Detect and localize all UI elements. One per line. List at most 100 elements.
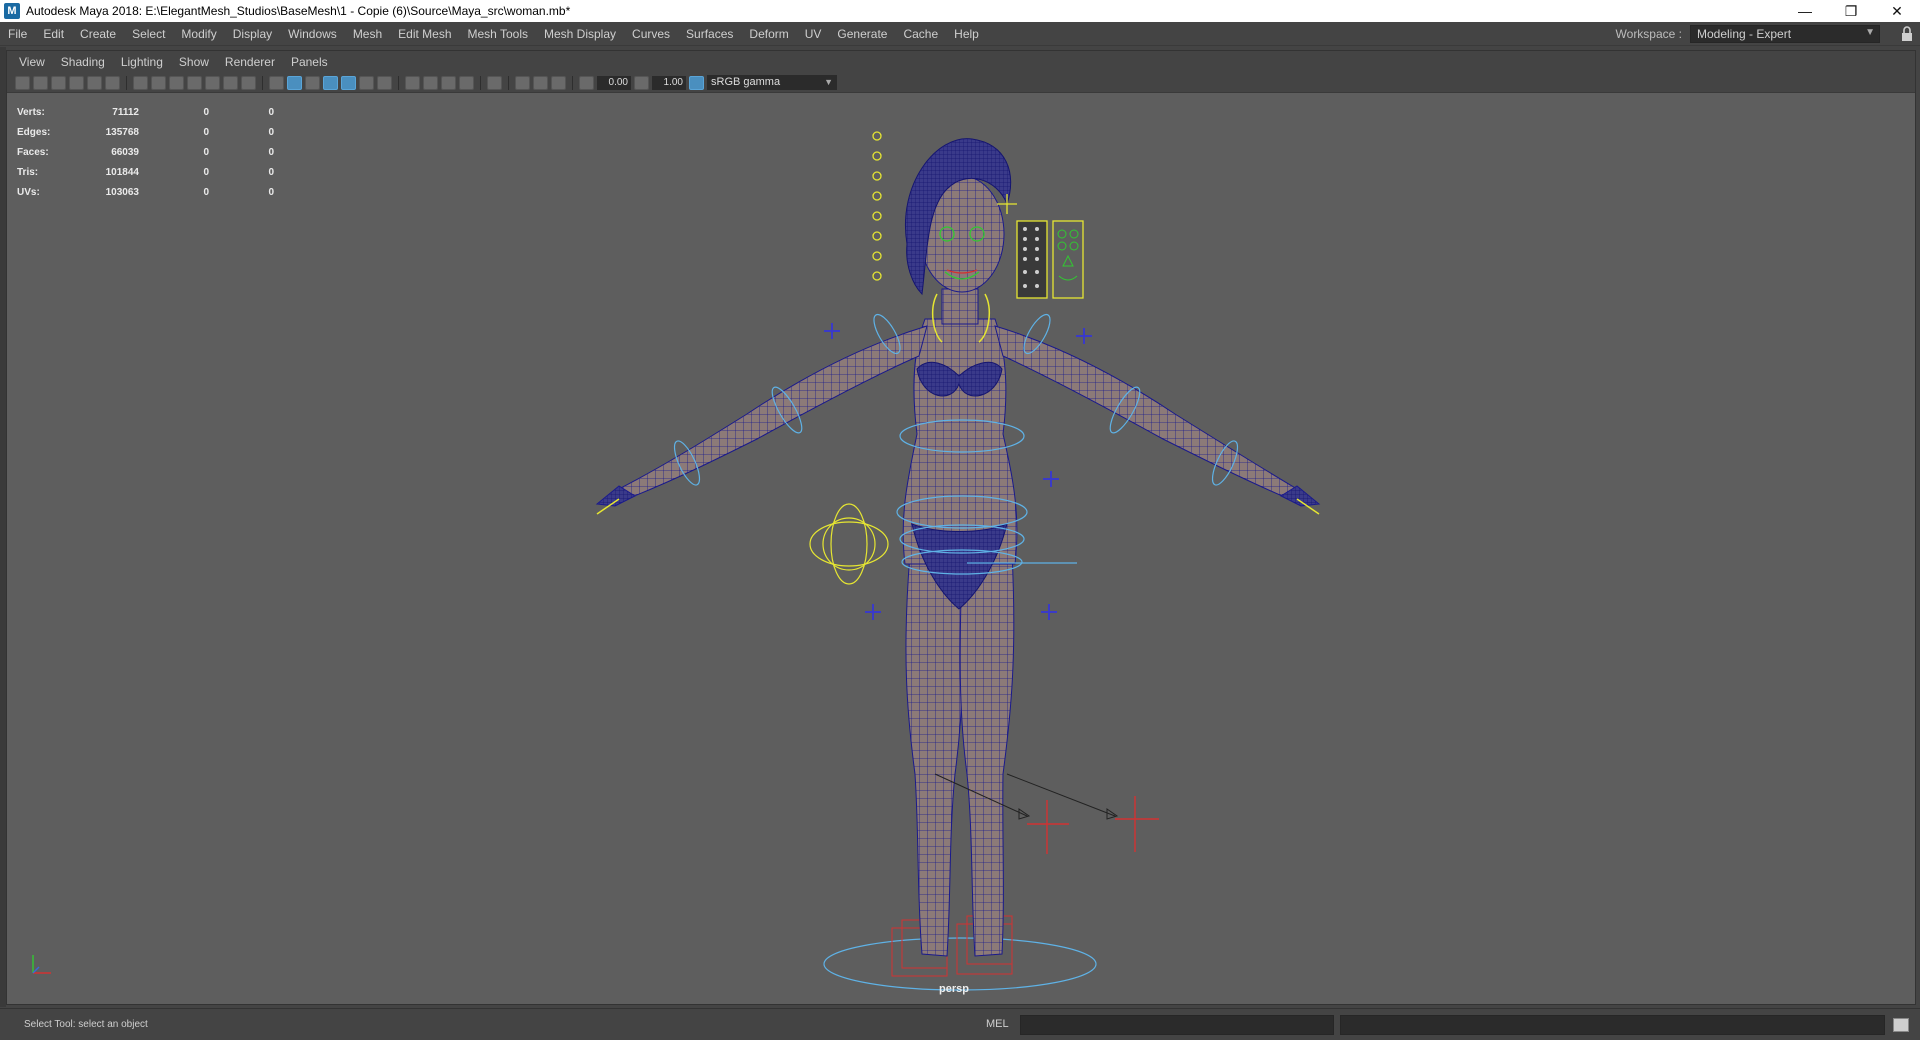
script-editor-icon[interactable] [1893,1018,1909,1032]
menu-generate[interactable]: Generate [829,27,895,41]
safe-action-icon[interactable] [223,75,238,90]
toolbar-divider [508,75,509,90]
gamma-icon[interactable] [634,75,649,90]
menu-uv[interactable]: UV [797,27,830,41]
menu-cache[interactable]: Cache [895,27,946,41]
grid-icon[interactable] [133,75,148,90]
viewport-panel: View Shading Lighting Show Renderer Pane… [6,50,1916,1005]
restore-button[interactable]: ❐ [1828,0,1874,22]
use-all-lights-icon[interactable] [359,75,374,90]
isolate-select-icon[interactable] [487,75,502,90]
menu-edit[interactable]: Edit [35,27,72,41]
menu-create[interactable]: Create [72,27,124,41]
menu-mesh-display[interactable]: Mesh Display [536,27,624,41]
menu-modify[interactable]: Modify [173,27,224,41]
menu-help[interactable]: Help [946,27,987,41]
help-line-text: Select Tool: select an object [24,1019,148,1030]
scene-render [595,131,1321,991]
command-language-toggle[interactable]: MEL [986,1018,1009,1030]
motion-blur-icon[interactable] [423,75,438,90]
xray-active-components-icon[interactable] [533,75,548,90]
toolbar-divider [398,75,399,90]
title-bar: M Autodesk Maya 2018: E:\ElegantMesh_Stu… [0,0,1920,22]
panel-menu-lighting[interactable]: Lighting [113,55,171,69]
exposure-field[interactable]: 0.00 [597,75,631,90]
close-button[interactable]: ✕ [1874,0,1920,22]
workspace-selector: Workspace : Modeling - Expert ▼ [1616,25,1880,43]
bookmark-icon[interactable] [51,75,66,90]
toolbar-divider [480,75,481,90]
textured-icon[interactable] [341,75,356,90]
panel-menu-panels[interactable]: Panels [283,55,336,69]
menu-display[interactable]: Display [225,27,280,41]
smooth-shade-icon[interactable] [287,75,302,90]
facial-control-circles[interactable] [872,131,882,281]
mesh-neck[interactable] [941,288,979,325]
lock-icon[interactable] [1900,26,1914,42]
workspace-dropdown[interactable]: Modeling - Expert ▼ [1690,25,1880,43]
maya-logo-icon: M [4,3,20,19]
wireframe-icon[interactable] [269,75,284,90]
two-d-pan-zoom-icon[interactable] [87,75,102,90]
safe-title-icon[interactable] [241,75,256,90]
menu-windows[interactable]: Windows [280,27,345,41]
knee-pole-vectors[interactable] [934,773,1119,820]
mesh-leg-right[interactable] [959,553,1015,957]
wireframe-on-shaded-icon[interactable] [323,75,338,90]
mesh-leg-left[interactable] [905,553,964,957]
command-result-field [1340,1015,1885,1035]
chevron-down-icon: ▼ [824,77,833,87]
gamma-field[interactable]: 1.00 [652,75,686,90]
knee-pole-targets[interactable] [1027,796,1159,854]
shadows-icon[interactable] [377,75,392,90]
panel-menubar: View Shading Lighting Show Renderer Pane… [7,51,1915,73]
panel-menu-view[interactable]: View [11,55,53,69]
menu-surfaces[interactable]: Surfaces [678,27,741,41]
menu-curves[interactable]: Curves [624,27,678,41]
image-plane-icon[interactable] [69,75,84,90]
hip-control[interactable] [809,503,889,585]
help-line-bar: Select Tool: select an object MEL [0,1008,1920,1040]
workspace-label: Workspace : [1615,27,1682,41]
window-title: Autodesk Maya 2018: E:\ElegantMesh_Studi… [26,4,571,18]
color-management-icon[interactable] [689,75,704,90]
grease-pencil-icon[interactable] [105,75,120,90]
workspace-value: Modeling - Expert [1697,27,1792,41]
field-chart-icon[interactable] [205,75,220,90]
camera-attributes-icon[interactable] [33,75,48,90]
anti-aliasing-icon[interactable] [441,75,456,90]
viewport-3d[interactable]: Verts: 71112 0 0 Edges: 135768 0 0 Faces… [7,94,1915,1004]
command-line-input[interactable] [1020,1015,1334,1035]
menu-mesh-tools[interactable]: Mesh Tools [460,27,536,41]
panel-toolbar: 0.00 1.00 sRGB gamma ▼ [7,73,1915,93]
menu-mesh[interactable]: Mesh [345,27,390,41]
view-transform-value: sRGB gamma [711,76,781,88]
toolbar-divider [572,75,573,90]
xray-icon[interactable] [515,75,530,90]
menu-select[interactable]: Select [124,27,173,41]
select-camera-icon[interactable] [15,75,30,90]
menu-file[interactable]: File [0,27,35,41]
main-menubar: File Edit Create Select Modify Display W… [0,22,1920,46]
view-transform-dropdown[interactable]: sRGB gamma ▼ [707,75,837,90]
gate-mask-icon[interactable] [187,75,202,90]
panel-menu-shading[interactable]: Shading [53,55,113,69]
toolbar-divider [126,75,127,90]
panel-menu-renderer[interactable]: Renderer [217,55,283,69]
axis-gizmo-icon [32,955,51,974]
xray-joints-icon[interactable] [551,75,566,90]
resolution-gate-icon[interactable] [169,75,184,90]
toolbar-divider [262,75,263,90]
exposure-icon[interactable] [579,75,594,90]
mesh-arm-right[interactable] [994,325,1298,500]
menu-edit-mesh[interactable]: Edit Mesh [390,27,459,41]
panel-menu-show[interactable]: Show [171,55,217,69]
screen-space-ao-icon[interactable] [405,75,420,90]
mesh-arm-left[interactable] [618,325,928,500]
face-rig-panel[interactable] [1016,220,1084,299]
menu-deform[interactable]: Deform [741,27,796,41]
minimize-button[interactable]: — [1782,0,1828,22]
film-gate-icon[interactable] [151,75,166,90]
depth-of-field-icon[interactable] [459,75,474,90]
default-material-icon[interactable] [305,75,320,90]
